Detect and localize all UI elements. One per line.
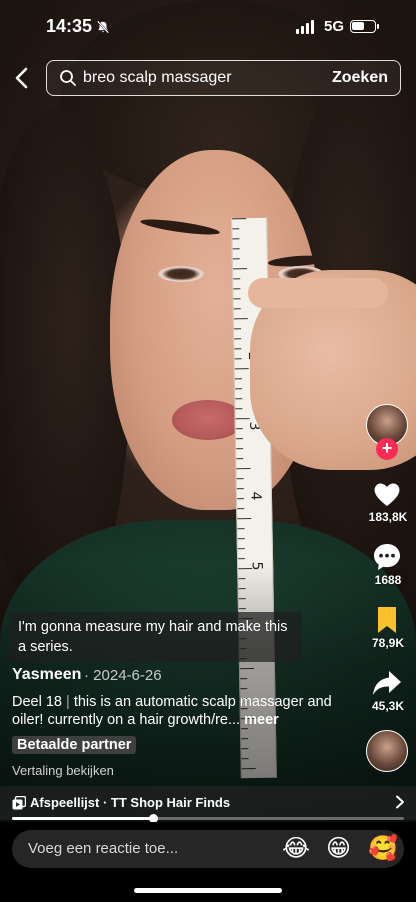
more-link[interactable]: meer: [244, 712, 279, 728]
heart-icon[interactable]: [371, 478, 403, 510]
share-icon[interactable]: [371, 667, 403, 699]
search-bar[interactable]: breo scalp massager Zoeken: [46, 60, 401, 96]
tape-tick: [237, 538, 245, 540]
tape-tick: [235, 418, 250, 420]
search-submit-button[interactable]: Zoeken: [332, 69, 388, 87]
tape-tick: [232, 228, 240, 230]
playlist-bar[interactable]: Afspeellijst · TT Shop Hair Finds: [0, 786, 416, 820]
tape-tick: [234, 358, 242, 360]
search-input[interactable]: breo scalp massager: [83, 69, 232, 87]
tape-tick: [236, 448, 244, 450]
search-icon: [60, 70, 76, 86]
tape-tick: [233, 288, 241, 290]
tape-tick: [233, 278, 241, 280]
tape-tick: [233, 318, 248, 320]
home-indicator: [134, 888, 282, 893]
cellular-signal-icon: [296, 20, 314, 34]
tape-number: 4: [247, 491, 264, 501]
video-frame-lips: [172, 400, 244, 440]
description-prefix: Deel 18: [12, 694, 62, 710]
sound-disc-avatar[interactable]: [366, 730, 408, 772]
chevron-right-icon: [396, 795, 404, 809]
status-bar: 14:35 5G: [0, 0, 416, 54]
emoji-laughing-icon[interactable]: 😂: [282, 833, 310, 863]
like-count: 183,8K: [368, 510, 408, 524]
tape-tick: [236, 478, 244, 480]
tape-tick: [232, 218, 247, 220]
tape-tick: [236, 488, 244, 490]
comment-icon[interactable]: [371, 541, 403, 573]
follow-button[interactable]: +: [376, 438, 398, 460]
comment-placeholder: Voeg een reactie toe...: [28, 840, 179, 857]
description-separator: |: [66, 694, 70, 710]
video-progress-bar[interactable]: [12, 814, 404, 823]
video-frame-eye: [158, 266, 204, 282]
comment-count: 1688: [374, 573, 402, 587]
video-overlay-caption: I'm gonna measure my hair and make this …: [10, 612, 302, 662]
share-count: 45,3K: [371, 699, 405, 713]
save-count: 78,9K: [371, 636, 405, 650]
tape-tick: [234, 328, 242, 330]
tape-tick: [233, 298, 241, 300]
tape-tick: [232, 248, 240, 250]
tape-tick: [234, 378, 242, 380]
tape-tick: [235, 428, 243, 430]
tape-tick: [235, 438, 243, 440]
tape-tick: [235, 408, 243, 410]
tape-tick: [232, 238, 240, 240]
battery-icon: [350, 20, 379, 33]
post-date: · 2024-6-26: [84, 667, 162, 684]
tape-tick: [234, 348, 242, 350]
emoji-hearts-icon[interactable]: 🥰: [368, 833, 398, 863]
emoji-grinning-icon[interactable]: 😁: [326, 833, 351, 863]
tape-tick: [237, 548, 245, 550]
progress-fill: [12, 817, 154, 820]
tape-tick: [237, 508, 245, 510]
tape-tick: [232, 268, 248, 270]
playlist-label: Afspeellijst · TT Shop Hair Finds: [30, 795, 231, 810]
tape-tick: [237, 498, 245, 500]
tape-tick: [232, 258, 240, 260]
translate-link[interactable]: Vertaling bekijken: [12, 763, 114, 778]
comment-bar: Voeg een reactie toe... 😂 😁 🥰: [0, 822, 416, 902]
tape-tick: [237, 528, 245, 530]
network-type: 5G: [324, 18, 345, 35]
back-arrow-icon[interactable]: [10, 64, 34, 92]
tape-tick: [236, 468, 251, 470]
bookmark-icon[interactable]: [371, 604, 403, 636]
paid-partner-badge: Betaalde partner: [12, 736, 137, 754]
tape-tick: [236, 458, 244, 460]
tape-tick: [235, 388, 243, 390]
bell-muted-icon: [96, 20, 110, 34]
author-name[interactable]: Yasmeen: [12, 666, 81, 684]
video-shade: [0, 560, 416, 822]
playlist-icon: [12, 796, 26, 810]
status-time: 14:35: [46, 16, 93, 36]
video-frame-finger: [248, 278, 388, 308]
tape-tick: [234, 368, 249, 370]
tape-tick: [234, 338, 242, 340]
comment-input[interactable]: Voeg een reactie toe... 😂 😁 🥰: [12, 830, 404, 868]
tape-tick: [235, 398, 243, 400]
post-description[interactable]: Deel 18 | this is an automatic scalp mas…: [12, 693, 332, 729]
tape-tick: [233, 308, 241, 310]
tape-tick: [237, 518, 252, 520]
